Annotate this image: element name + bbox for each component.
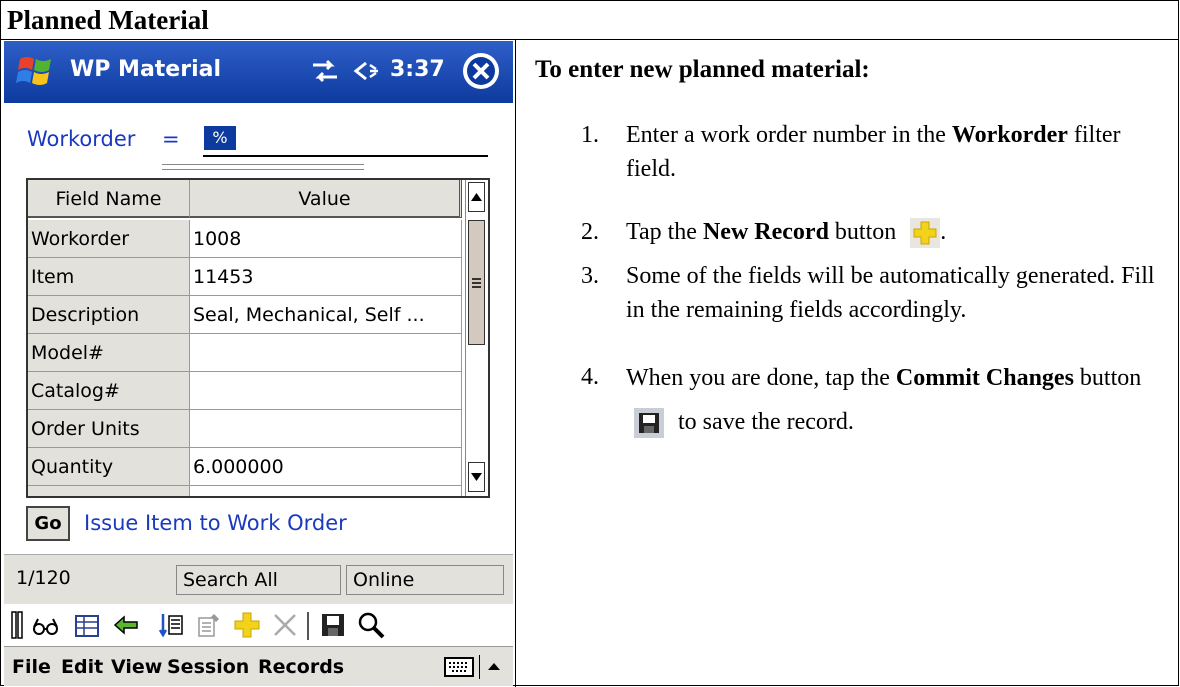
value-cell[interactable]: 6.000000 <box>190 448 462 486</box>
field-name-cell: Quantity <box>28 448 190 486</box>
table-icon[interactable] <box>72 610 102 640</box>
value-cell[interactable]: 139.450000 <box>190 486 462 496</box>
start-menu-icon[interactable] <box>16 51 56 91</box>
menu-bar: File Edit View Session Records <box>4 646 513 686</box>
step-text: to save the record. <box>672 409 854 435</box>
glasses-icon[interactable] <box>31 610 61 640</box>
step-bold-term: Commit Changes <box>895 365 1074 391</box>
grid-header-row: Field Name Value <box>28 180 464 218</box>
value-cell[interactable] <box>190 334 462 372</box>
table-row[interactable]: Order Units <box>28 410 464 448</box>
menu-separator <box>479 655 480 679</box>
step-text: Tap the <box>626 219 703 245</box>
pda-screen: WP Material 3:37 Workorder = % Field Nam <box>4 41 513 686</box>
column-divider <box>515 40 516 687</box>
table-row[interactable]: Unit Cost 139.450000 <box>28 486 464 496</box>
workorder-filter-input[interactable] <box>203 123 488 157</box>
sync-icon[interactable] <box>309 55 341 87</box>
search-scope[interactable]: Search All <box>176 565 341 595</box>
step-text: Tap the New Record button . <box>626 215 1166 249</box>
column-header-field-name[interactable]: Field Name <box>28 180 190 218</box>
scroll-down-icon <box>471 473 482 481</box>
field-name-cell: Description <box>28 296 190 334</box>
commit-changes-icon[interactable] <box>318 610 348 640</box>
step-number: 4. <box>581 364 599 390</box>
step-number: 2. <box>581 219 599 245</box>
connection-mode[interactable]: Online <box>346 565 504 595</box>
delete-icon[interactable] <box>270 610 300 640</box>
column-header-value[interactable]: Value <box>190 180 462 218</box>
step-bold-term: New Record <box>702 219 829 245</box>
table-row[interactable]: Quantity 6.000000 <box>28 448 464 486</box>
step-text: Enter a work order number in the Workord… <box>626 118 1166 186</box>
volume-icon[interactable] <box>352 55 386 87</box>
handle-icon[interactable] <box>10 610 24 640</box>
vertical-scrollbar[interactable] <box>465 180 488 496</box>
table-row[interactable]: Item 11453 <box>28 258 464 296</box>
new-record-icon[interactable] <box>232 610 262 640</box>
commit-changes-icon <box>634 408 664 439</box>
issue-item-link[interactable]: Issue Item to Work Order <box>84 511 347 535</box>
new-record-icon <box>910 218 941 249</box>
scroll-up-icon <box>471 193 482 201</box>
value-cell[interactable]: 1008 <box>190 220 462 258</box>
record-counter: 1/120 <box>16 567 71 589</box>
field-name-cell: Catalog# <box>28 372 190 410</box>
menu-view[interactable]: View <box>111 656 162 678</box>
title-bar: WP Material 3:37 <box>4 41 513 103</box>
step-number: 3. <box>581 263 599 289</box>
value-cell[interactable]: 11453 <box>190 258 462 296</box>
step-text: When you are done, tap the <box>626 365 896 391</box>
close-icon[interactable] <box>463 53 499 89</box>
workorder-filter-label: Workorder <box>27 127 136 151</box>
record-grid: Field Name Value Workorder 1008 Item 114… <box>26 178 490 498</box>
splitter-handle[interactable] <box>162 164 364 170</box>
list-icon[interactable] <box>156 610 186 640</box>
section-title: Planned Material <box>7 5 209 35</box>
clock: 3:37 <box>390 57 445 82</box>
app-title: WP Material <box>70 57 222 82</box>
scroll-thumb[interactable] <box>468 220 485 345</box>
step-text: When you are done, tap the Commit Change… <box>626 356 1166 444</box>
field-name-cell: Model# <box>28 334 190 372</box>
step-text: button <box>1073 365 1142 391</box>
menu-edit[interactable]: Edit <box>61 656 103 678</box>
section-header: Planned Material <box>1 1 1178 40</box>
scroll-up-button[interactable] <box>468 182 485 212</box>
field-name-cell: Workorder <box>28 220 190 258</box>
document-table: Planned Material WP Material 3:37 Workor… <box>0 0 1179 687</box>
edit-icon[interactable] <box>194 610 224 640</box>
table-row[interactable]: Description Seal, Mechanical, Self ... <box>28 296 464 334</box>
back-arrow-icon[interactable] <box>111 610 141 640</box>
toolbar <box>4 604 513 646</box>
field-name-cell: Order Units <box>28 410 190 448</box>
instructions-title: To enter new planned material: <box>535 56 870 83</box>
input-panel-arrow-icon[interactable] <box>484 657 504 677</box>
step-text: Enter a work order number in the <box>626 122 952 148</box>
menu-file[interactable]: File <box>12 656 51 678</box>
scroll-down-button[interactable] <box>468 462 485 492</box>
step-text: button <box>828 219 903 245</box>
filter-operator: = <box>162 127 180 151</box>
field-name-cell: Item <box>28 258 190 296</box>
workorder-filter-value[interactable]: % <box>204 126 236 150</box>
field-name-cell: Unit Cost <box>28 486 190 496</box>
table-row[interactable]: Catalog# <box>28 372 464 410</box>
toolbar-separator <box>307 612 309 640</box>
search-icon[interactable] <box>356 610 386 640</box>
table-row[interactable]: Model# <box>28 334 464 372</box>
step-bold-term: Workorder <box>951 122 1068 148</box>
value-cell[interactable]: Seal, Mechanical, Self ... <box>190 296 462 334</box>
go-button[interactable]: Go <box>26 506 70 541</box>
step-number: 1. <box>581 122 599 148</box>
step-text: Some of the fields will be automatically… <box>626 263 1155 323</box>
menu-records[interactable]: Records <box>258 656 344 678</box>
menu-session[interactable]: Session <box>167 656 249 678</box>
value-cell[interactable] <box>190 410 462 448</box>
keyboard-icon[interactable] <box>444 656 474 678</box>
grip-icon <box>472 278 481 288</box>
table-row[interactable]: Workorder 1008 <box>28 220 464 258</box>
value-cell[interactable] <box>190 372 462 410</box>
status-bar: 1/120 Search All Online <box>4 554 513 605</box>
